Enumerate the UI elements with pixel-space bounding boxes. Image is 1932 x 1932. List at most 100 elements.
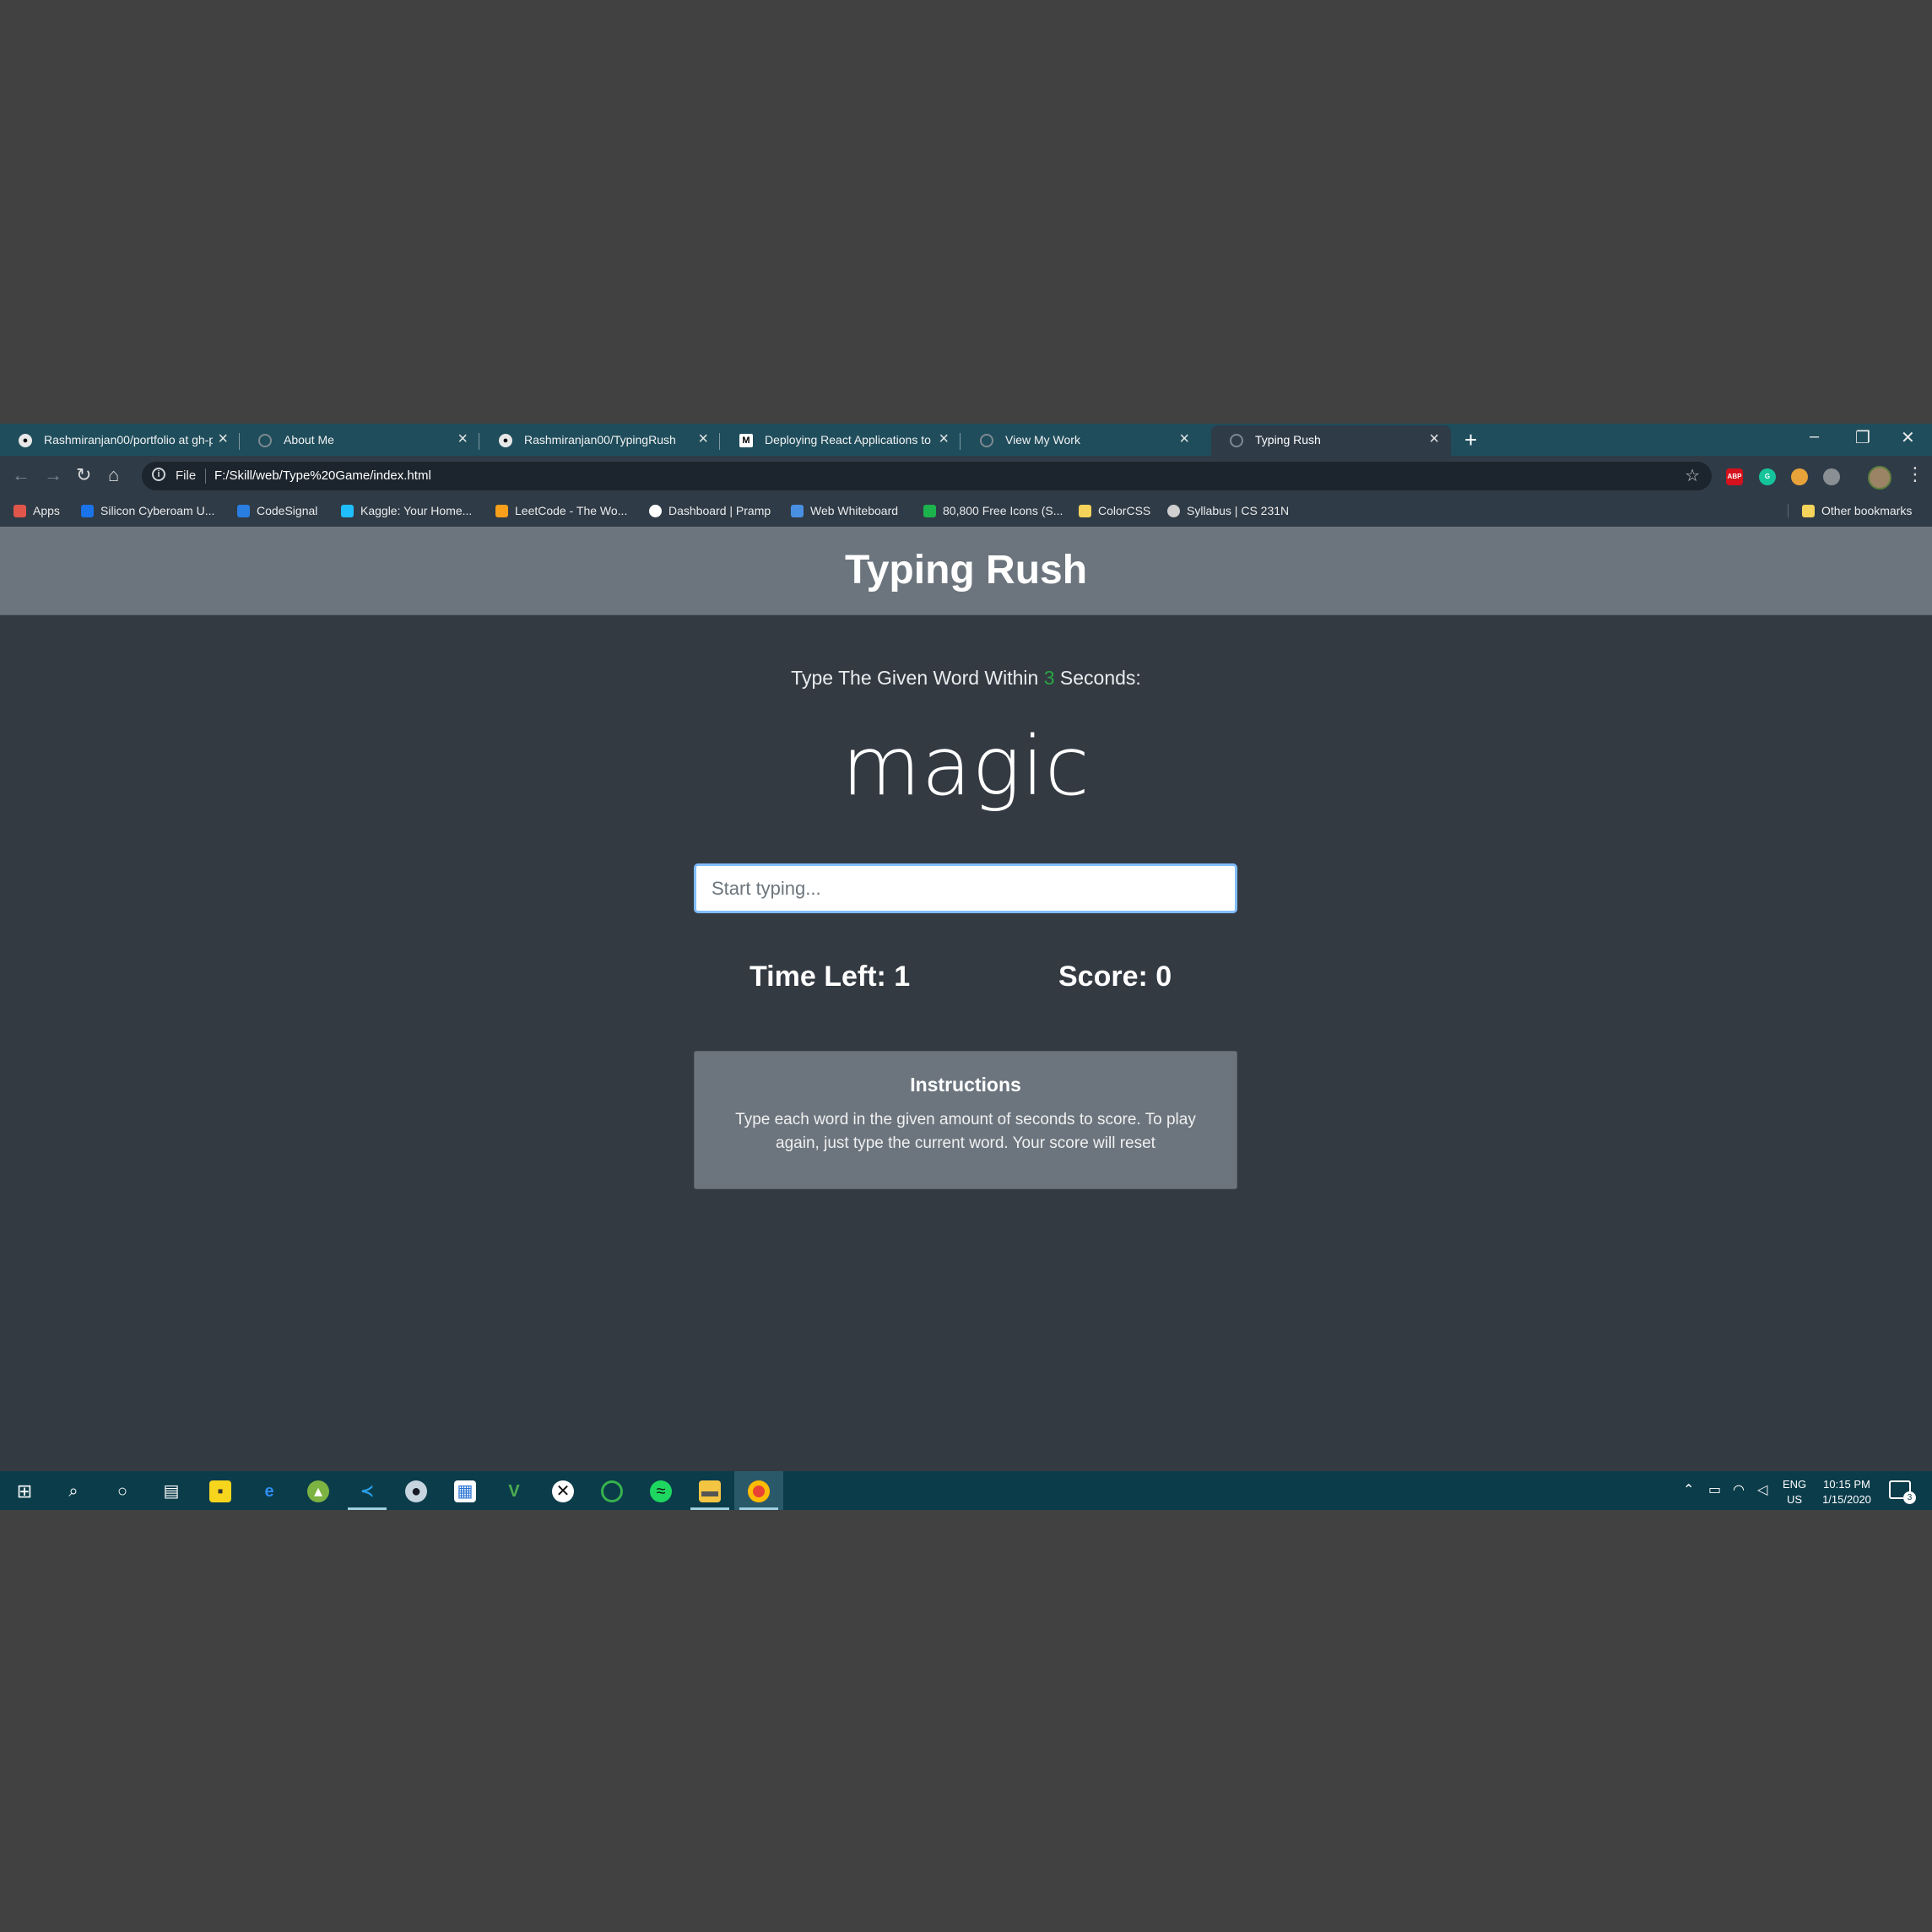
bookmark-label: Web Whiteboard xyxy=(810,504,899,517)
bookmark-leetcode[interactable]: LeetCode - The Wo... xyxy=(495,504,627,517)
score-value: 0 xyxy=(1155,961,1172,993)
chevron-up-icon[interactable]: ⌃ xyxy=(1683,1481,1694,1510)
bookmark-icons8[interactable]: 80,800 Free Icons (S... xyxy=(923,504,1063,517)
bookmark-whiteboard[interactable]: Web Whiteboard xyxy=(791,504,898,517)
folder-icon xyxy=(1802,505,1815,517)
close-tab-icon[interactable]: × xyxy=(1429,430,1439,449)
bookmark-apps[interactable]: Apps xyxy=(14,504,60,517)
notification-center-icon[interactable]: 3 xyxy=(1889,1480,1916,1504)
bookmark-cs231n[interactable]: Syllabus | CS 231N xyxy=(1167,504,1289,517)
bookmark-kaggle[interactable]: Kaggle: Your Home... xyxy=(341,504,472,517)
folder-icon xyxy=(1079,505,1091,517)
close-window-icon[interactable]: ✕ xyxy=(1901,427,1915,448)
menu-icon[interactable]: ⋮ xyxy=(1906,463,1924,485)
file-explorer-icon[interactable]: ▬ xyxy=(685,1471,734,1510)
word-input[interactable] xyxy=(694,863,1237,913)
tab-portfolio[interactable]: ● Rashmiranjan00/portfolio at gh-p × xyxy=(0,425,240,456)
globe-icon xyxy=(1167,505,1180,517)
search-icon[interactable]: ⌕ xyxy=(49,1471,98,1510)
close-tab-icon[interactable]: × xyxy=(457,430,468,449)
cortana-icon[interactable]: ○ xyxy=(98,1471,147,1510)
bookmark-label: CodeSignal xyxy=(257,504,318,517)
vscode-icon[interactable]: ≺ xyxy=(343,1471,392,1510)
bookmark-codesignal[interactable]: CodeSignal xyxy=(237,504,317,517)
bookmark-label: Apps xyxy=(33,504,60,517)
tab-typingrush-repo[interactable]: ● Rashmiranjan00/TypingRush × xyxy=(480,425,720,456)
minimize-icon[interactable]: – xyxy=(1810,427,1819,446)
globe-icon xyxy=(1230,434,1243,447)
bookmarks-bar: Apps Silicon Cyberoam U... CodeSignal Ka… xyxy=(0,496,1932,527)
bookmark-silicon[interactable]: Silicon Cyberoam U... xyxy=(81,504,214,517)
android-studio-icon[interactable]: ▴ xyxy=(294,1471,343,1510)
tab-view-my-work[interactable]: View My Work × xyxy=(961,425,1201,456)
seconds-value: 3 xyxy=(1043,667,1055,689)
adblock-plus-icon[interactable]: ABP xyxy=(1726,468,1743,485)
github-icon: ● xyxy=(19,434,32,447)
windows-taskbar: ⊞ ⌕ ○ ▤ ▪ e ▴ ≺ ● ▦ V ✕ ≈ ▬ ⌃ ▭ ◠ ◁ ENG … xyxy=(0,1471,1932,1510)
extension-icon[interactable] xyxy=(1791,468,1808,485)
close-tab-icon[interactable]: × xyxy=(939,430,949,449)
language-indicator[interactable]: ENG US xyxy=(1783,1477,1806,1510)
bookmark-pramp[interactable]: Dashboard | Pramp xyxy=(649,504,771,517)
restore-icon[interactable]: ❐ xyxy=(1855,427,1870,448)
new-tab-button[interactable]: + xyxy=(1464,427,1477,453)
wifi-icon[interactable]: ◠ xyxy=(1733,1481,1745,1510)
prompt-text: Type The Given Word Within xyxy=(791,667,1044,689)
volume-icon[interactable]: ◁ xyxy=(1757,1481,1767,1510)
bookmark-label: Dashboard | Pramp xyxy=(668,504,771,517)
url-text[interactable]: F:/Skill/web/Type%20Game/index.html xyxy=(214,468,431,483)
forward-icon[interactable]: → xyxy=(44,464,62,486)
close-tab-icon[interactable]: × xyxy=(218,430,228,449)
instructions-card: Instructions Type each word in the given… xyxy=(694,1051,1237,1189)
score-label: Score: xyxy=(1058,961,1156,993)
silicon-icon xyxy=(81,505,94,517)
tab-title: View My Work xyxy=(1005,433,1080,446)
store-icon[interactable]: ▦ xyxy=(441,1471,490,1510)
address-bar[interactable]: i File F:/Skill/web/Type%20Game/index.ht… xyxy=(142,462,1712,490)
vim-icon[interactable]: V xyxy=(490,1471,538,1510)
info-icon[interactable]: i xyxy=(152,468,165,481)
globe-icon xyxy=(980,434,993,447)
page-header: Typing Rush xyxy=(0,527,1932,615)
steam-icon[interactable]: ● xyxy=(392,1471,441,1510)
close-tab-icon[interactable]: × xyxy=(698,430,708,449)
reload-icon[interactable]: ↻ xyxy=(76,464,91,486)
time-left: Time Left: 1 xyxy=(750,961,910,993)
profile-avatar[interactable] xyxy=(1868,466,1891,490)
medium-icon: M xyxy=(739,434,753,447)
edge-icon[interactable]: e xyxy=(245,1471,294,1510)
windows-start-icon[interactable]: ⊞ xyxy=(0,1471,49,1510)
xbox-icon[interactable]: ✕ xyxy=(538,1471,587,1510)
time-left-value: 1 xyxy=(894,961,911,993)
browser-window: ● Rashmiranjan00/portfolio at gh-p × Abo… xyxy=(0,424,1932,1510)
bookmark-star-icon[interactable]: ☆ xyxy=(1685,465,1700,486)
bookmark-colorcss[interactable]: ColorCSS xyxy=(1079,504,1150,517)
sticky-notes-icon[interactable]: ▪ xyxy=(196,1471,245,1510)
tab-about-me[interactable]: About Me × xyxy=(240,425,479,456)
back-icon[interactable]: ← xyxy=(12,464,30,486)
bookmark-label: 80,800 Free Icons (S... xyxy=(943,504,1063,517)
close-tab-icon[interactable]: × xyxy=(1179,430,1189,449)
globe-icon xyxy=(258,434,272,447)
tab-title: Deploying React Applications to xyxy=(765,433,931,446)
bookmark-other[interactable]: Other bookmarks xyxy=(1788,504,1912,517)
tab-typing-rush[interactable]: Typing Rush × xyxy=(1211,425,1451,456)
grammarly-icon[interactable]: G xyxy=(1759,468,1776,485)
tab-title: About Me xyxy=(284,433,334,446)
incognito-extension-icon[interactable] xyxy=(1823,468,1840,485)
tab-title: Typing Rush xyxy=(1255,433,1321,446)
circle-app-icon[interactable] xyxy=(587,1471,636,1510)
battery-icon[interactable]: ▭ xyxy=(1708,1481,1721,1510)
github-icon: ● xyxy=(499,434,512,447)
clock[interactable]: 10:15 PM 1/15/2020 xyxy=(1821,1477,1873,1510)
chrome-icon[interactable] xyxy=(734,1471,783,1510)
word-prompt: Type The Given Word Within 3 Seconds: xyxy=(0,667,1932,690)
apps-grid-icon xyxy=(14,505,26,517)
region-label: US xyxy=(1787,1493,1803,1506)
tab-deploying-react[interactable]: M Deploying React Applications to × xyxy=(721,425,961,456)
spotify-icon[interactable]: ≈ xyxy=(636,1471,685,1510)
time-left-label: Time Left: xyxy=(750,961,895,993)
task-view-icon[interactable]: ▤ xyxy=(147,1471,196,1510)
leetcode-icon xyxy=(495,505,508,517)
home-icon[interactable]: ⌂ xyxy=(108,464,119,486)
